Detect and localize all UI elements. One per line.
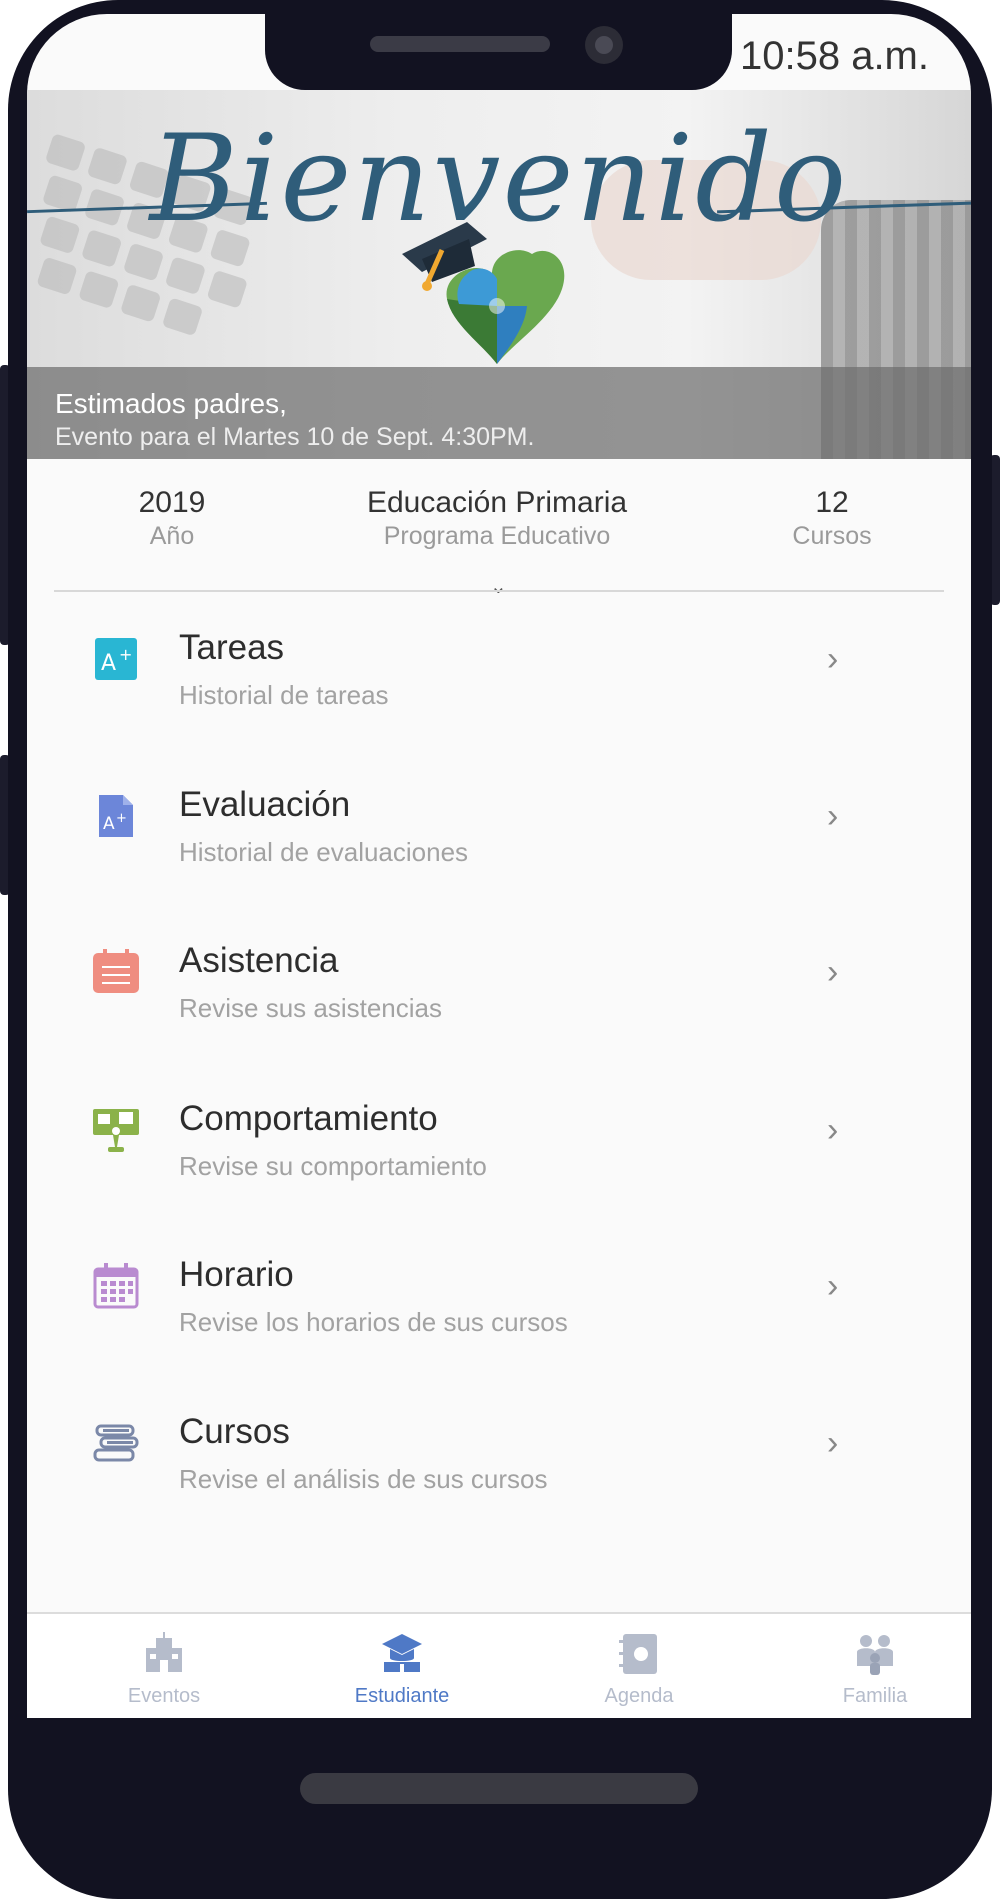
menu-title: Comportamiento <box>179 1099 438 1138</box>
family-icon <box>857 1635 893 1675</box>
menu-subtitle: Revise los horarios de sus cursos <box>179 1307 568 1337</box>
books-icon <box>93 1424 139 1462</box>
stat-courses: 12 Cursos <box>762 486 902 551</box>
banner-subtitle: Evento para el Martes 10 de Sept. 4:30PM… <box>55 423 535 451</box>
nav-label: Estudiante <box>354 1685 450 1707</box>
grade-a-plus-icon: A + <box>95 638 137 680</box>
front-camera <box>585 26 623 64</box>
evaluation-document-icon: A + <box>99 795 133 837</box>
nav-label: Familia <box>842 1685 908 1707</box>
chevron-down-icon[interactable]: ⌄ <box>490 574 507 599</box>
notch <box>265 14 732 90</box>
attendance-clipboard-icon <box>93 949 139 993</box>
svg-text:+: + <box>116 811 127 826</box>
menu-subtitle: Historial de tareas <box>179 680 389 710</box>
stat-courses-label: Cursos <box>792 522 872 550</box>
program-value: Educación Primaria <box>366 486 628 519</box>
menu-subtitle: Revise su comportamiento <box>179 1151 487 1181</box>
svg-text:A: A <box>101 651 116 676</box>
stats-divider <box>54 590 944 592</box>
home-indicator[interactable] <box>300 1773 698 1804</box>
menu-subtitle: Historial de evaluaciones <box>179 837 469 867</box>
program-selector[interactable]: Educación Primaria Programa Educativo <box>277 486 717 551</box>
menu-item-comportamiento[interactable]: Comportamiento Revise su comportamiento … <box>27 1099 971 1249</box>
stat-year: 2019 Año <box>97 486 247 551</box>
nav-label: Eventos <box>127 1685 201 1707</box>
nav-tab-eventos[interactable]: Eventos <box>74 1632 254 1708</box>
menu-item-horario[interactable]: Horario Revise los horarios de sus curso… <box>27 1255 971 1405</box>
chevron-right-icon: › <box>827 1111 839 1149</box>
chevron-right-icon: › <box>827 797 839 835</box>
menu-item-asistencia[interactable]: Asistencia Revise sus asistencias › <box>27 941 971 1091</box>
program-label: Programa Educativo <box>383 522 611 550</box>
menu-item-cursos[interactable]: Cursos Revise el análisis de sus cursos … <box>27 1412 971 1562</box>
menu-item-tareas[interactable]: A + Tareas Historial de tareas › <box>27 628 971 778</box>
menu-item-evaluacion[interactable]: A + Evaluación Historial de evaluaciones… <box>27 785 971 935</box>
nav-tab-agenda[interactable]: Agenda <box>549 1632 729 1708</box>
nav-tab-estudiante[interactable]: Estudiante <box>312 1632 492 1708</box>
agenda-book-icon <box>619 1634 657 1674</box>
chevron-right-icon: › <box>827 640 839 678</box>
menu-title: Horario <box>179 1255 294 1294</box>
menu-title: Cursos <box>179 1412 290 1451</box>
menu-title: Tareas <box>179 628 285 667</box>
nav-label: Agenda <box>604 1685 674 1707</box>
speaker <box>370 36 550 52</box>
school-building-icon <box>146 1632 182 1672</box>
nav-tab-familia[interactable]: Familia <box>785 1632 965 1708</box>
banner-title: Estimados padres, <box>55 388 287 419</box>
stat-year-value: 2019 <box>138 486 206 519</box>
calendar-icon <box>93 1263 139 1309</box>
menu-title: Asistencia <box>179 941 339 980</box>
menu-subtitle: Revise sus asistencias <box>179 993 442 1023</box>
menu-title: Evaluación <box>179 785 351 824</box>
behavior-board-icon <box>93 1109 139 1152</box>
menu-subtitle: Revise el análisis de sus cursos <box>179 1464 548 1494</box>
status-time: 10:58 a.m. <box>739 34 929 78</box>
svg-text:A: A <box>103 814 115 834</box>
svg-text:+: + <box>119 645 132 664</box>
student-cap-icon <box>382 1634 422 1672</box>
school-logo-icon <box>402 222 565 364</box>
chevron-right-icon: › <box>827 1267 839 1305</box>
stat-courses-value: 12 <box>815 486 849 519</box>
phone-frame: 10:58 a.m. Bienvenido Estimados padres, … <box>0 0 1000 1899</box>
chevron-right-icon: › <box>827 953 839 991</box>
app-screen: 10:58 a.m. Bienvenido Estimados padres, … <box>27 14 971 1718</box>
chevron-right-icon: › <box>827 1424 839 1462</box>
bottom-navigation: Eventos Estudiante Agenda Familia <box>27 1612 971 1718</box>
stat-year-label: Año <box>149 522 195 550</box>
